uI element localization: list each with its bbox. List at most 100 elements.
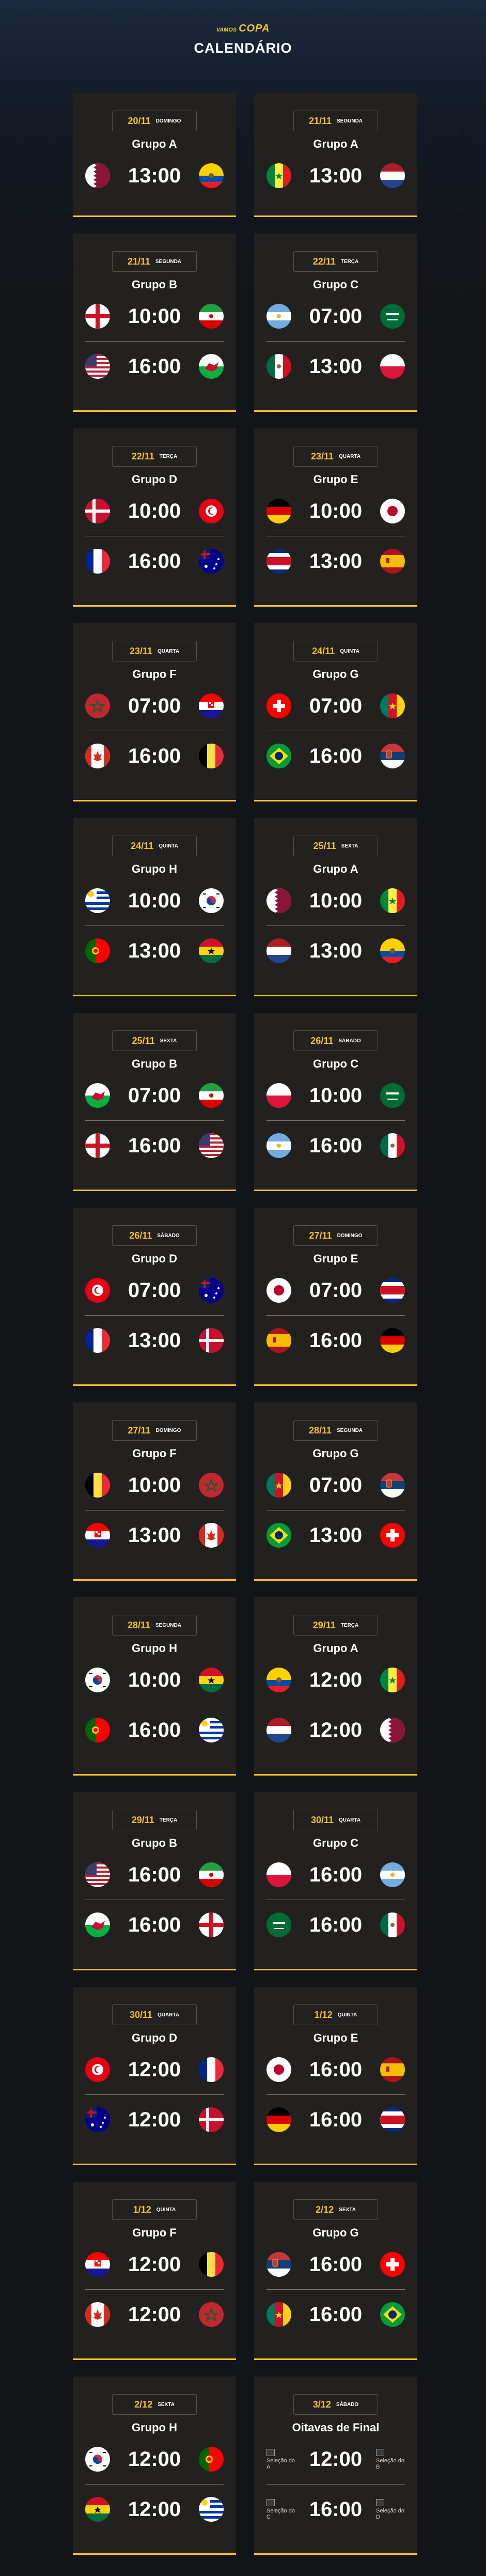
match-date: 2/12 [134, 2399, 153, 2410]
match-list: 10:00 13:00 [254, 876, 417, 976]
france-flag-icon [85, 549, 110, 574]
match-date: 30/11 [129, 2009, 153, 2020]
match-weekday: SEXTA [160, 1038, 177, 1044]
match-row: 13:00 [85, 1510, 224, 1560]
match-row: 13:00 [266, 1510, 405, 1560]
argentina-flag-icon [380, 1862, 405, 1887]
match-list: 07:00 16:00 [254, 1266, 417, 1365]
match-day-card: 2/12 SEXTA Grupo H 12:00 12:00 [73, 2377, 236, 2555]
date-badge: 2/12 SEXTA [112, 2394, 197, 2415]
match-time: 10:00 [128, 1668, 181, 1691]
match-row: 12:00 [85, 2094, 224, 2145]
match-date: 30/11 [310, 1814, 334, 1825]
date-badge: 3/12 SÁBADO [293, 2394, 378, 2415]
match-list: 07:00 16:00 [254, 681, 417, 781]
saudi-flag-icon [380, 304, 405, 329]
date-badge: 1/12 QUINTA [112, 2199, 197, 2220]
match-row: 12:00 [85, 2045, 224, 2094]
match-time: 10:00 [309, 499, 363, 522]
match-row: 10:00 [85, 1655, 224, 1705]
switzerland-flag-icon [266, 693, 291, 718]
iran-flag-icon [199, 1862, 224, 1887]
korea-flag-icon [199, 888, 224, 913]
match-day-card: 25/11 SEXTA Grupo B 07:00 16:00 [73, 1013, 236, 1191]
match-time: 16:00 [309, 2303, 363, 2326]
match-row: 12:00 [85, 2240, 224, 2289]
match-time: 12:00 [128, 2447, 181, 2471]
match-day-card: 2/12 SEXTA Grupo G 16:00 16:00 [254, 2182, 417, 2360]
match-date: 21/11 [308, 115, 332, 126]
match-row: 12:00 [85, 2289, 224, 2339]
group-name: Grupo C [313, 1057, 358, 1070]
match-day-card: 3/12 SÁBADO Oitavas de Final Seleção do A 12… [254, 2377, 417, 2555]
group-name: Grupo A [313, 137, 358, 150]
broken-image-icon [266, 2449, 275, 2456]
match-time: 07:00 [128, 1278, 181, 1302]
denmark-flag-icon [199, 1328, 224, 1353]
match-day-card: 21/11 SEGUNDA Grupo B 10:00 16:00 [73, 234, 236, 412]
match-list: 10:00 16:00 [73, 291, 236, 391]
match-list: 07:00 13:00 [254, 291, 417, 391]
date-badge: 24/11 QUINTA [293, 641, 378, 661]
spain-flag-icon [380, 549, 405, 574]
match-day-card: 21/11 SEGUNDA Grupo A 13:00 [254, 93, 417, 217]
match-day-card: 1/12 QUINTA Grupo F 12:00 12:00 [73, 2182, 236, 2360]
group-name: Grupo B [132, 1837, 177, 1849]
switzerland-flag-icon [380, 2252, 405, 2277]
match-time: 12:00 [128, 2058, 181, 2081]
portugal-flag-icon [85, 938, 110, 963]
match-day-card: 23/11 QUARTA Grupo F 07:00 16:00 [73, 623, 236, 801]
broken-flag-image: Seleção do A [266, 2449, 295, 2470]
match-row: 16:00 [266, 731, 405, 781]
match-weekday: DOMINGO [155, 118, 181, 124]
match-day-card: 27/11 DOMINGO Grupo F 10:00 13:00 [73, 1402, 236, 1581]
match-day-card: 24/11 QUINTA Grupo H 10:00 13:00 [73, 818, 236, 996]
canada-flag-icon [199, 1523, 224, 1548]
match-list: 16:00 16:00 [254, 1850, 417, 1950]
iran-flag-icon [199, 1083, 224, 1108]
match-time: 16:00 [309, 2497, 363, 2521]
poland-flag-icon [380, 354, 405, 379]
broken-flag-image: Seleção do C [266, 2499, 295, 2520]
group-name: Grupo B [132, 1057, 177, 1070]
match-day-card: 28/11 SEGUNDA Grupo G 07:00 13:00 [254, 1402, 417, 1581]
match-time: 13:00 [128, 1329, 181, 1352]
match-time: 16:00 [128, 1863, 181, 1886]
canada-flag-icon [85, 744, 110, 768]
costarica-flag-icon [380, 1278, 405, 1303]
group-name: Grupo B [132, 278, 177, 291]
match-time: 12:00 [128, 2497, 181, 2521]
qatar-flag-icon [380, 1718, 405, 1742]
match-row: 16:00 [266, 2094, 405, 2145]
tunisia-flag-icon [85, 1278, 110, 1303]
match-row: 12:00 [266, 1655, 405, 1705]
match-list: Seleção do A 12:00 Seleção do B Seleção do … [254, 2434, 417, 2534]
group-name: Grupo F [132, 2226, 177, 2239]
broken-flag-image: Seleção do D [376, 2499, 405, 2520]
match-date: 22/11 [131, 451, 154, 461]
match-weekday: SEXTA [341, 843, 358, 849]
canada-flag-icon [85, 2302, 110, 2327]
group-name: Grupo D [132, 2031, 177, 2044]
match-row: 16:00 [85, 1900, 224, 1950]
group-name: Grupo C [313, 278, 358, 291]
date-badge: 26/11 SÁBADO [293, 1030, 378, 1051]
match-weekday: QUINTA [340, 648, 359, 654]
costarica-flag-icon [266, 549, 291, 574]
match-list: 13:00 [73, 151, 236, 200]
match-time: 07:00 [309, 1473, 363, 1497]
poland-flag-icon [266, 1862, 291, 1887]
match-time: 13:00 [128, 1523, 181, 1547]
broken-image-alt-text: Seleção do C [266, 2508, 295, 2520]
match-row: 16:00 [85, 536, 224, 586]
group-name: Grupo H [132, 2421, 177, 2434]
match-date: 22/11 [312, 256, 336, 267]
qatar-flag-icon [266, 888, 291, 913]
tunisia-flag-icon [85, 2057, 110, 2082]
date-badge: 1/12 QUINTA [293, 2004, 378, 2025]
match-time: 12:00 [128, 2108, 181, 2131]
group-name: Grupo H [132, 1642, 177, 1655]
match-date: 1/12 [314, 2009, 333, 2020]
match-day-card: 23/11 QUARTA Grupo E 10:00 13:00 [254, 428, 417, 607]
match-row: 13:00 [266, 151, 405, 200]
